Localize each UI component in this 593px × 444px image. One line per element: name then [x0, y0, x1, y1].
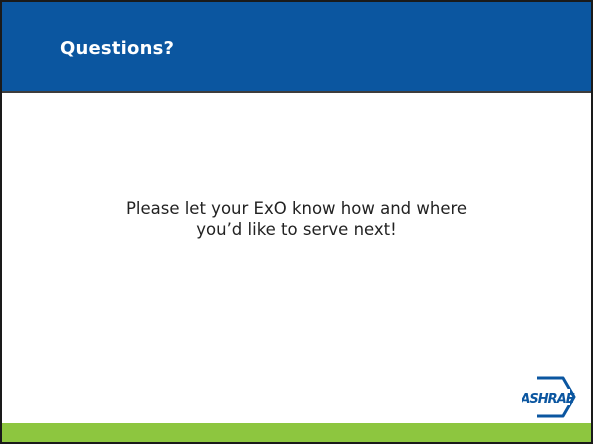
slide-title: Questions? — [60, 38, 175, 59]
slide-header: Questions? — [2, 2, 591, 93]
body-line-2: you’d like to serve next! — [196, 220, 397, 239]
slide: Questions? Please let your ExO know how … — [0, 0, 593, 444]
ashrae-logo-icon: ASHRAE — [522, 376, 576, 418]
slide-body-text: Please let your ExO know how and where y… — [42, 198, 551, 240]
logo-text: ASHRAE — [522, 392, 575, 407]
body-line-1: Please let your ExO know how and where — [125, 199, 468, 218]
slide-footer-bar — [2, 423, 591, 442]
